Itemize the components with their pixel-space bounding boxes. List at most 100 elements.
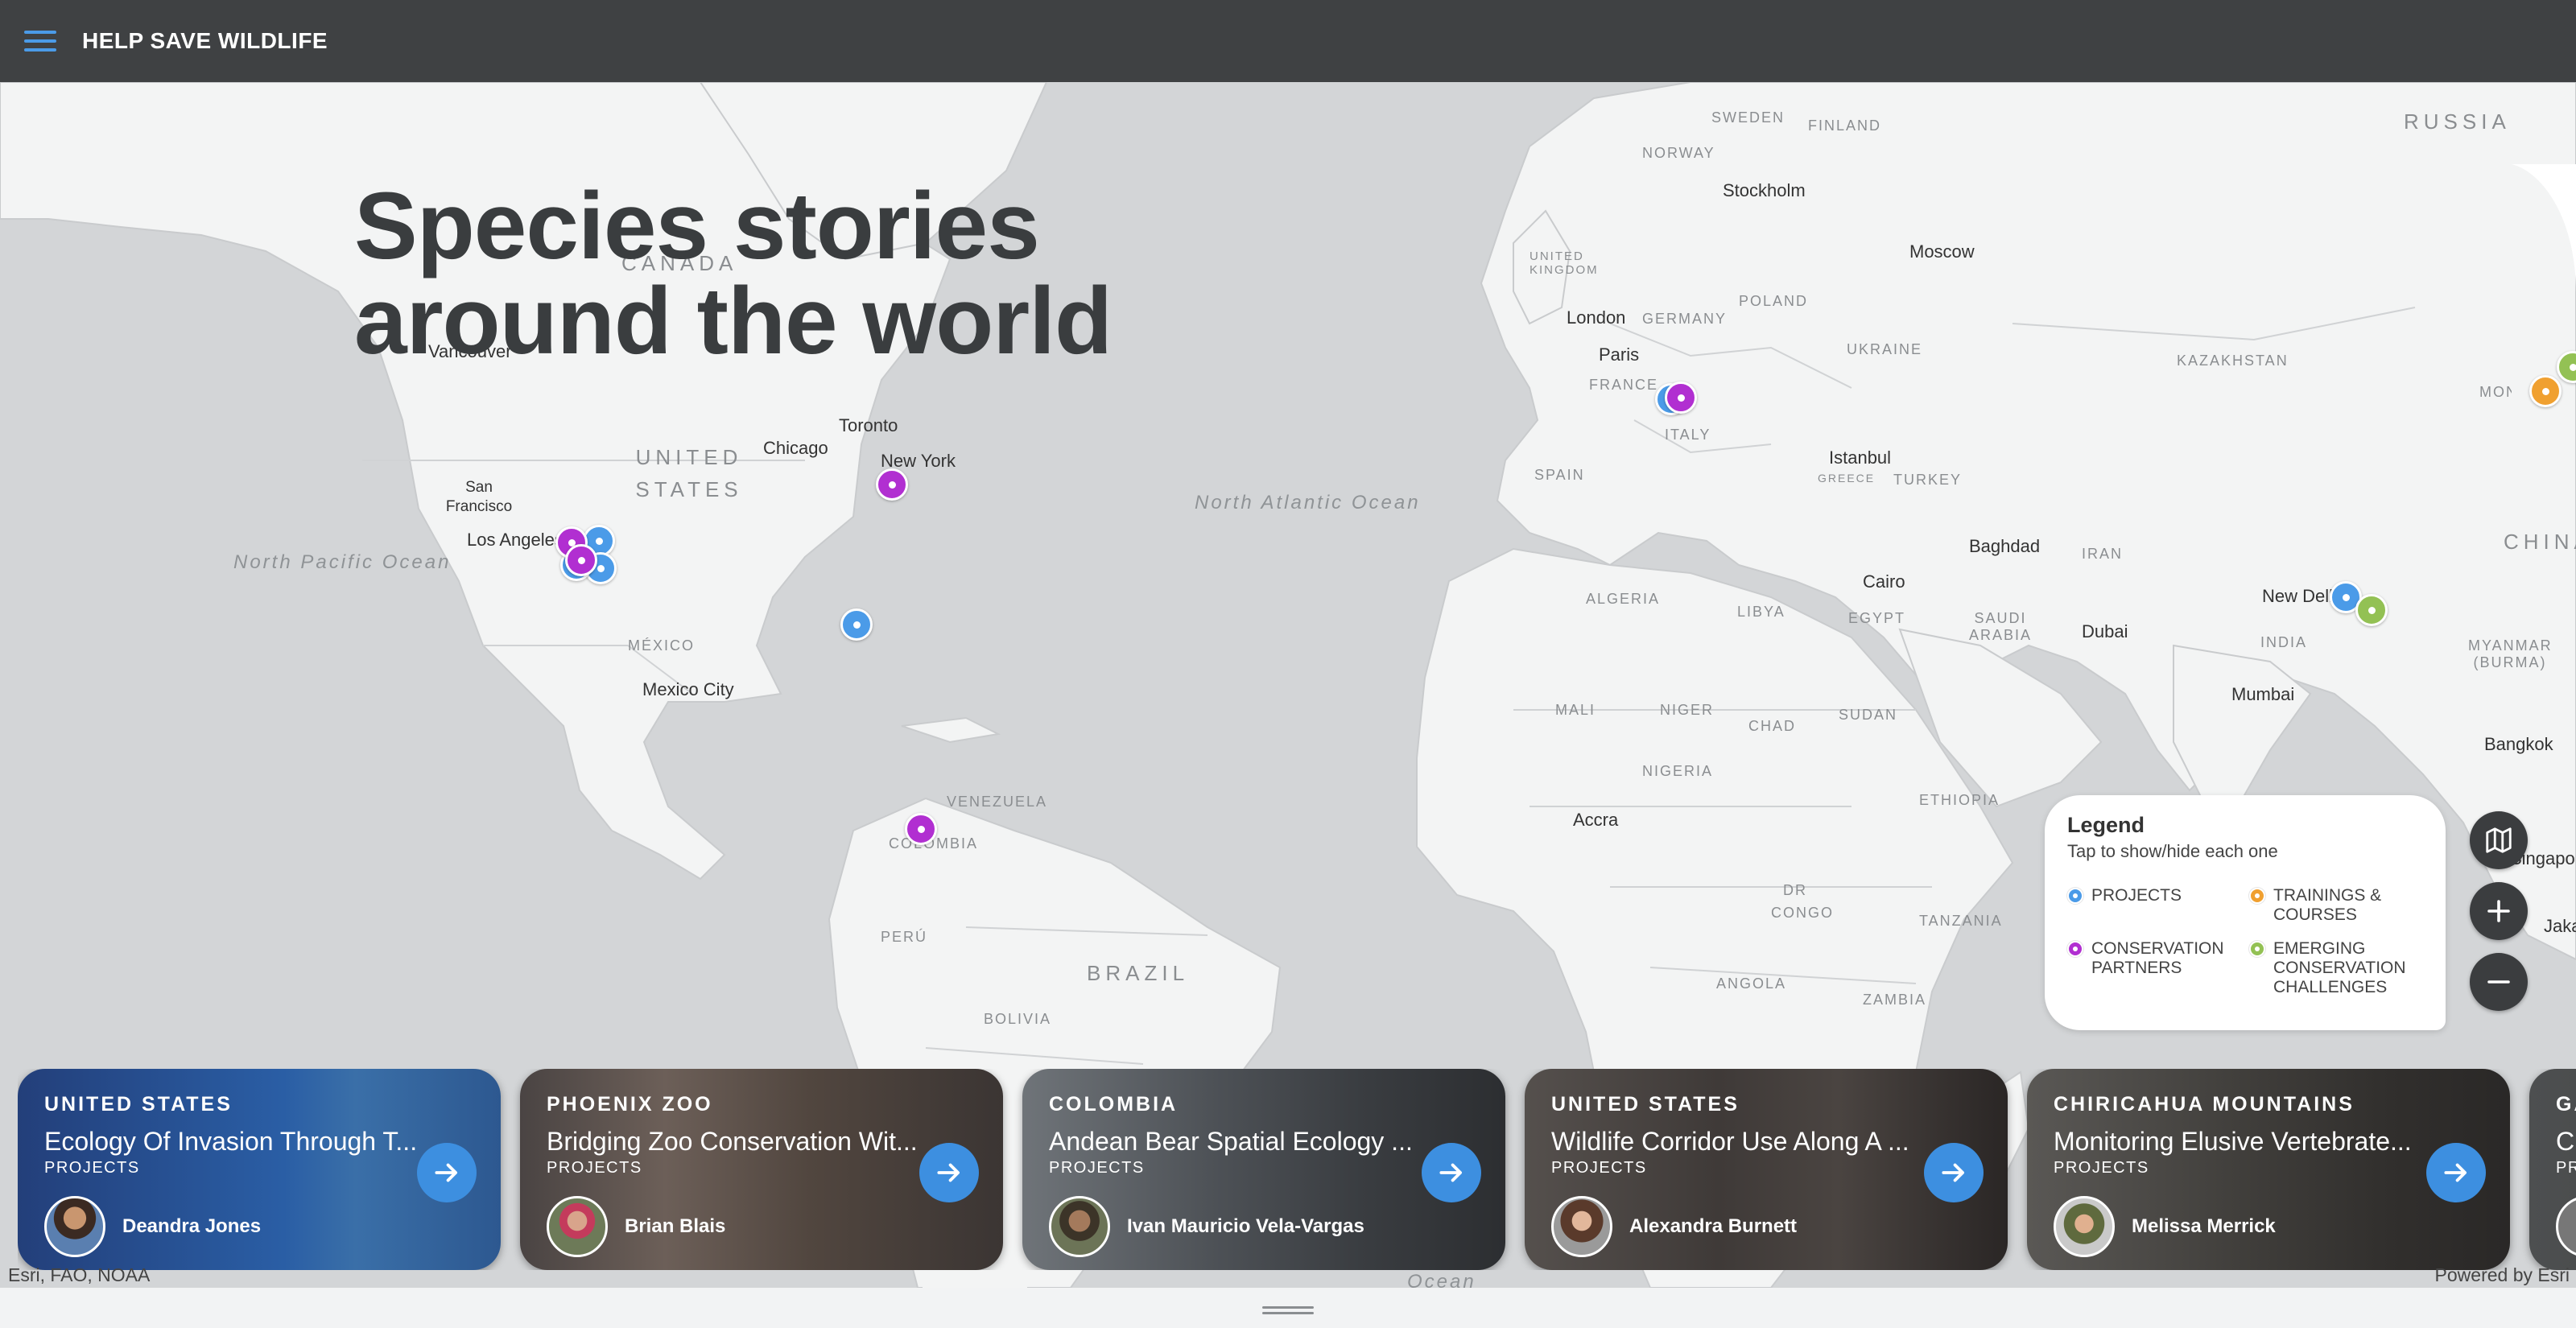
city-label: Paris — [1599, 344, 1640, 365]
arrow-right-icon — [937, 1163, 960, 1182]
country-label: FRANCE — [1589, 377, 1659, 393]
avatar — [44, 1196, 105, 1257]
country-label: CHINA — [2504, 530, 2576, 554]
story-card[interactable]: UNITED STATES Wildlife Corridor Use Alon… — [1525, 1069, 2008, 1270]
country-label: ALGERIA — [1586, 591, 1661, 607]
city-label: Chicago — [763, 438, 828, 458]
city-label: Moscow — [1909, 241, 1975, 262]
country-label: NIGERIA — [1642, 763, 1714, 779]
map-corner-panel — [2512, 164, 2576, 293]
card-open-button[interactable] — [2426, 1143, 2486, 1202]
zoom-in-button[interactable] — [2470, 882, 2528, 940]
zoom-out-button[interactable] — [2470, 953, 2528, 1011]
drag-handle-icon[interactable] — [1262, 1306, 1314, 1316]
map-marker-emerging[interactable] — [2355, 594, 2388, 626]
story-card[interactable]: GA C PR — [2529, 1069, 2576, 1270]
city-label: Istanbul — [1829, 447, 1892, 468]
card-author: Deandra Jones — [122, 1215, 262, 1237]
city-label: Baghdad — [1969, 536, 2041, 556]
city-label: San Francisco — [445, 479, 513, 515]
card-region: UNITED STATES — [44, 1093, 233, 1116]
country-label: ETHIOPIA — [1919, 792, 2000, 808]
card-category: PROJECTS — [1551, 1159, 1647, 1177]
hamburger-menu-icon[interactable] — [24, 25, 61, 57]
arrow-right-icon — [1439, 1163, 1462, 1182]
avatar — [1551, 1196, 1612, 1257]
map-marker-training[interactable] — [2529, 375, 2562, 407]
card-open-button[interactable] — [1924, 1143, 1984, 1202]
country-label: POLAND — [1739, 293, 1809, 309]
card-region: GA — [2556, 1093, 2576, 1116]
map-marker-partner[interactable] — [1665, 381, 1697, 414]
card-title: Wildlife Corridor Use Along A ... — [1551, 1127, 1909, 1156]
story-card[interactable]: UNITED STATES Ecology Of Invasion Throug… — [18, 1069, 501, 1270]
story-card-carousel[interactable]: UNITED STATES Ecology Of Invasion Throug… — [18, 1069, 2576, 1270]
card-title: C — [2556, 1127, 2575, 1156]
legend-item-emerging[interactable]: EMERGING CONSERVATION CHALLENGES — [2249, 939, 2431, 997]
country-label: CHAD — [1748, 718, 1797, 734]
map-marker-partner[interactable] — [905, 813, 937, 845]
card-region: UNITED STATES — [1551, 1093, 1740, 1116]
map-icon — [2486, 827, 2512, 853]
card-region: COLOMBIA — [1049, 1093, 1179, 1116]
country-label: EGYPT — [1848, 610, 1906, 626]
card-title: Ecology Of Invasion Through T... — [44, 1127, 418, 1156]
card-category: PROJECTS — [44, 1159, 140, 1177]
country-label: INDIA — [2260, 634, 2308, 650]
arrow-right-icon — [435, 1163, 457, 1182]
city-label: Accra — [1573, 810, 1619, 830]
story-card[interactable]: COLOMBIA Andean Bear Spatial Ecology ...… — [1022, 1069, 1505, 1270]
country-label: MALI — [1555, 702, 1596, 718]
card-region: CHIRICAHUA MOUNTAINS — [2054, 1093, 2355, 1116]
country-label: TANZANIA — [1919, 913, 2003, 929]
headline-line-2: around the world — [354, 268, 1113, 374]
story-card[interactable]: CHIRICAHUA MOUNTAINS Monitoring Elusive … — [2027, 1069, 2510, 1270]
legend-item-projects[interactable]: PROJECTS — [2067, 886, 2249, 925]
map-marker-partner[interactable] — [565, 544, 597, 576]
country-label: ANGOLA — [1716, 975, 1787, 992]
powered-by-label[interactable]: Powered by Esri — [2435, 1264, 2570, 1286]
city-label: Los Angeles — [467, 530, 564, 550]
legend-item-trainings[interactable]: TRAININGS & COURSES — [2249, 886, 2431, 925]
country-label: BRAZIL — [1087, 961, 1190, 985]
card-author: Brian Blais — [625, 1215, 726, 1237]
top-bar: HELP SAVE WILDLIFE — [0, 0, 2576, 82]
country-label: MONGOLIA — [2479, 384, 2512, 400]
emerging-dot-icon — [2249, 941, 2265, 957]
app-root: HELP SAVE WILDLIFE North Pacific Ocean N… — [0, 0, 2576, 1328]
country-label: MÉXICO — [628, 637, 696, 654]
story-card[interactable]: PHOENIX ZOO Bridging Zoo Conservation Wi… — [520, 1069, 1003, 1270]
country-label: SPAIN — [1534, 467, 1585, 483]
legend-item-label: TRAININGS & COURSES — [2273, 886, 2382, 924]
city-label: Jakarta — [2544, 916, 2576, 936]
avatar — [2054, 1196, 2115, 1257]
city-label: Cairo — [1863, 571, 1905, 592]
page-headline: Species stories around the world — [354, 179, 1113, 374]
map-attribution: Esri, FAO, NOAA — [8, 1264, 151, 1285]
country-label: UNITED STATES — [635, 445, 743, 501]
country-label: ITALY — [1665, 427, 1711, 443]
legend-item-label: CONSERVATION PARTNERS — [2091, 939, 2224, 977]
city-label: Bangkok — [2484, 734, 2553, 754]
country-label: IRAN — [2082, 546, 2124, 562]
card-region: PHOENIX ZOO — [547, 1093, 713, 1116]
basemap-button[interactable] — [2470, 811, 2528, 869]
ocean-label-north-atlantic: North Atlantic Ocean — [1195, 492, 1421, 513]
legend-subtitle: Tap to show/hide each one — [2067, 841, 2278, 861]
legend-item-partners[interactable]: CONSERVATION PARTNERS — [2067, 939, 2249, 997]
map-marker-project[interactable] — [840, 608, 873, 641]
app-title: HELP SAVE WILDLIFE — [82, 28, 328, 53]
country-label: KAZAKHSTAN — [2177, 353, 2289, 369]
country-label: GREECE — [1818, 472, 1876, 485]
plus-icon — [2487, 900, 2510, 922]
country-label: TURKEY — [1893, 472, 1963, 488]
city-label: Toronto — [839, 415, 898, 435]
city-label: Dubai — [2082, 621, 2128, 641]
card-open-button[interactable] — [919, 1143, 979, 1202]
card-open-button[interactable] — [1422, 1143, 1481, 1202]
country-label: DR CONGO — [1771, 882, 1835, 921]
card-title: Monitoring Elusive Vertebrate... — [2054, 1127, 2412, 1156]
card-open-button[interactable] — [417, 1143, 477, 1202]
map-marker-partner[interactable] — [876, 468, 908, 501]
avatar — [547, 1196, 608, 1257]
